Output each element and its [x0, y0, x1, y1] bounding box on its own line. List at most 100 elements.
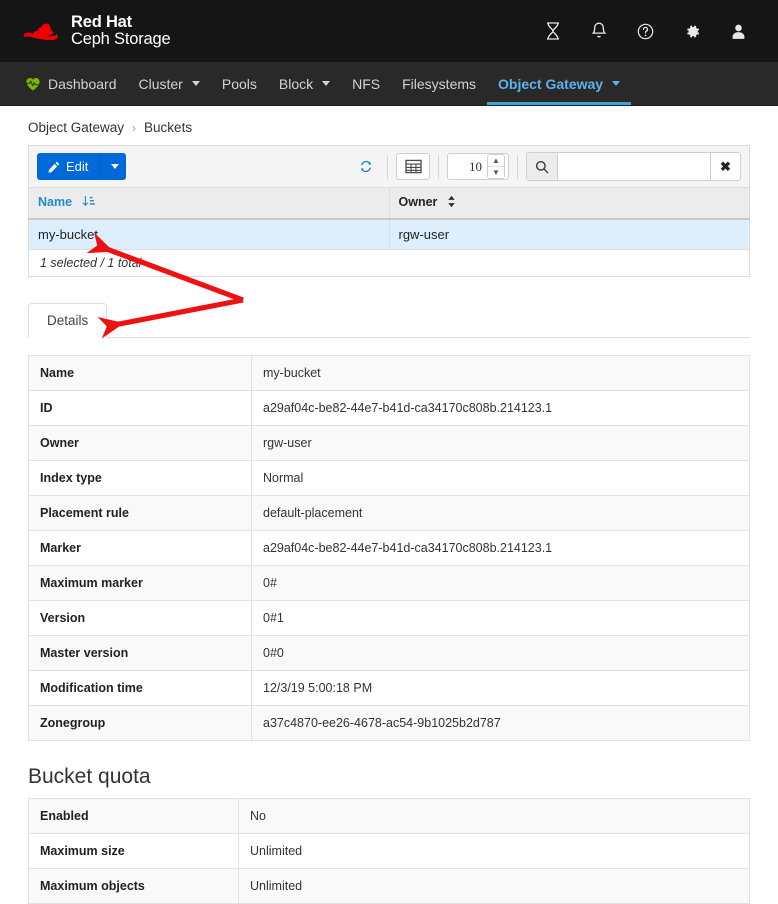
pencil-icon	[48, 161, 60, 173]
detail-value: my-bucket	[251, 355, 750, 391]
detail-value: a37c4870-ee26-4678-ac54-9b1025b2d787	[251, 705, 750, 741]
nav-item-cluster[interactable]: Cluster	[128, 62, 211, 105]
detail-value: 0#1	[251, 600, 750, 636]
bucket-quota-body: Enabled No Maximum size Unlimited Maximu…	[28, 798, 750, 904]
table-row: Owner rgw-user	[28, 425, 750, 461]
quota-value: Unlimited	[238, 868, 750, 904]
detail-key: Master version	[28, 635, 252, 671]
table-row[interactable]: my-bucket rgw-user	[28, 218, 750, 250]
detail-key: Version	[28, 600, 252, 636]
top-bar: Red Hat Ceph Storage	[0, 0, 778, 62]
help-circle-icon[interactable]	[637, 23, 654, 40]
edit-dropdown-toggle[interactable]	[100, 153, 127, 180]
column-header-owner[interactable]: Owner	[388, 187, 750, 220]
stepper-up-icon[interactable]: ▲	[488, 155, 504, 167]
breadcrumb: Object Gateway › Buckets	[0, 106, 778, 145]
red-hat-fedora-icon	[23, 23, 58, 41]
bucket-toolbar: Edit 10 ▲ ▼ ✖	[28, 145, 750, 187]
chevron-down-icon	[110, 164, 119, 169]
bucket-quota-title: Bucket quota	[28, 765, 151, 788]
detail-key: Marker	[28, 530, 252, 566]
toolbar-divider	[438, 154, 439, 179]
chevron-down-icon	[612, 81, 621, 86]
bell-icon[interactable]	[591, 22, 607, 40]
detail-key: Zonegroup	[28, 705, 252, 741]
edit-button-label: Edit	[66, 159, 89, 174]
toolbar-divider	[387, 154, 388, 179]
edit-button-group: Edit	[37, 153, 127, 180]
page-content: Edit 10 ▲ ▼ ✖ Name Owner my-bucket rgw-u…	[0, 145, 778, 904]
nav-item-block[interactable]: Block	[268, 62, 341, 105]
detail-key: ID	[28, 390, 252, 426]
breadcrumb-root[interactable]: Object Gateway	[28, 120, 124, 135]
search-icon	[527, 153, 558, 180]
nav-item-dashboard[interactable]: Dashboard	[14, 62, 128, 105]
nav-label-dashboard: Dashboard	[48, 75, 117, 92]
nav-item-filesystems[interactable]: Filesystems	[391, 62, 487, 105]
heartbeat-icon	[26, 77, 40, 90]
table-row: Master version 0#0	[28, 635, 750, 671]
detail-value: 12/3/19 5:00:18 PM	[251, 670, 750, 706]
hourglass-icon[interactable]	[545, 22, 561, 40]
quota-value: Unlimited	[238, 833, 750, 869]
detail-key: Owner	[28, 425, 252, 461]
refresh-icon	[361, 160, 371, 173]
detail-key: Index type	[28, 460, 252, 496]
breadcrumb-current: Buckets	[144, 120, 193, 135]
table-row: Maximum marker 0#	[28, 565, 750, 601]
tab-details[interactable]: Details	[28, 303, 108, 338]
refresh-button[interactable]	[353, 154, 379, 180]
toolbar-divider	[517, 154, 518, 179]
nav-item-object-gateway[interactable]: Object Gateway	[487, 62, 632, 105]
detail-tabs: Details	[28, 303, 750, 338]
table-row: Placement rule default-placement	[28, 495, 750, 531]
detail-value: 0#0	[251, 635, 750, 671]
nav-label-cluster: Cluster	[138, 75, 183, 92]
table-row: Maximum size Unlimited	[28, 833, 750, 869]
edit-button[interactable]: Edit	[37, 153, 101, 180]
user-icon[interactable]	[731, 23, 746, 40]
column-header-name[interactable]: Name	[28, 187, 390, 220]
breadcrumb-separator-icon: ›	[132, 120, 137, 135]
sort-ascending-icon	[82, 195, 95, 211]
bucket-quota-table: Enabled No Maximum size Unlimited Maximu…	[28, 798, 750, 904]
column-header-name-label: Name	[38, 195, 73, 209]
quota-value: No	[238, 798, 750, 834]
detail-value: default-placement	[251, 495, 750, 531]
detail-key: Modification time	[28, 670, 252, 706]
gear-icon[interactable]	[684, 23, 701, 40]
table-row: Enabled No	[28, 798, 750, 834]
nav-label-pools: Pools	[221, 75, 257, 92]
table-row: Modification time 12/3/19 5:00:18 PM	[28, 670, 750, 706]
bucket-details-table: Name my-bucket ID a29af04c-be82-44e7-b41…	[28, 355, 750, 741]
detail-value: 0#	[251, 565, 750, 601]
bucket-list-head: Name Owner	[28, 187, 750, 220]
nav-item-pools[interactable]: Pools	[211, 62, 268, 105]
bucket-list-footer: 1 selected / 1 total	[28, 250, 750, 277]
table-row: Marker a29af04c-be82-44e7-b41d-ca34170c8…	[28, 530, 750, 566]
toolbar-right-group: 10 ▲ ▼ ✖	[353, 152, 741, 181]
table-row: ID a29af04c-be82-44e7-b41d-ca34170c808b.…	[28, 390, 750, 426]
search-input[interactable]	[558, 153, 710, 180]
nav-label-nfs: NFS	[352, 75, 381, 92]
detail-value: rgw-user	[251, 425, 750, 461]
detail-key: Maximum marker	[28, 565, 252, 601]
detail-value: Normal	[251, 460, 750, 496]
page-size-stepper[interactable]: 10 ▲ ▼	[447, 153, 509, 180]
cell-bucket-name[interactable]: my-bucket	[28, 218, 390, 250]
stepper-down-icon[interactable]: ▼	[488, 167, 504, 178]
search-clear-button[interactable]: ✖	[710, 153, 740, 180]
cell-bucket-owner: rgw-user	[388, 218, 750, 250]
table-row: Zonegroup a37c4870-ee26-4678-ac54-9b1025…	[28, 705, 750, 741]
nav-label-filesystems: Filesystems	[402, 75, 477, 92]
column-selector-button[interactable]	[396, 153, 430, 180]
stepper-arrows[interactable]: ▲ ▼	[487, 154, 505, 179]
bucket-list-body: my-bucket rgw-user	[28, 218, 750, 250]
bucket-details-body: Name my-bucket ID a29af04c-be82-44e7-b41…	[28, 355, 750, 741]
chevron-down-icon	[191, 81, 200, 86]
brand-logo[interactable]: Red Hat Ceph Storage	[18, 13, 171, 49]
nav-item-nfs[interactable]: NFS	[341, 62, 391, 105]
brand-subtitle: Ceph Storage	[71, 30, 171, 48]
sort-unsorted-icon	[447, 195, 456, 211]
table-row: Name my-bucket	[28, 355, 750, 391]
